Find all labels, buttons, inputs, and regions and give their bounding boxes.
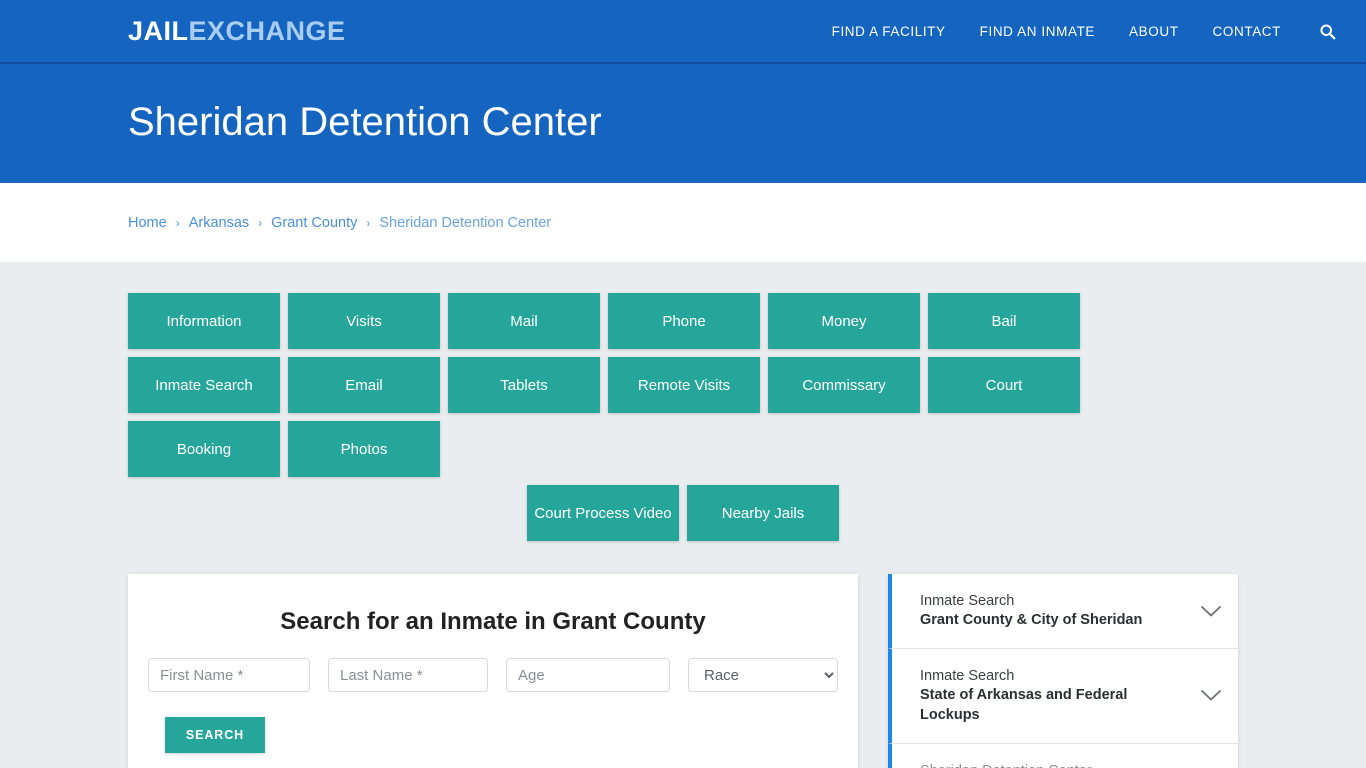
quick-link-remote-visits[interactable]: Remote Visits [608,357,760,413]
quick-link-tablets[interactable]: Tablets [448,357,600,413]
main-navigation: FIND A FACILITY FIND AN INMATE ABOUT CON… [832,23,1336,40]
nav-item-find-a-facility[interactable]: FIND A FACILITY [832,24,946,39]
page-body: Information Visits Mail Phone Money Bail… [0,262,1366,768]
quick-link-court[interactable]: Court [928,357,1080,413]
quick-link-visits[interactable]: Visits [288,293,440,349]
race-select[interactable]: Race [688,658,838,692]
accordion-item-line2: Grant County & City of Sheridan [920,612,1143,629]
chevron-down-icon [1200,605,1222,618]
accordion-item-line2: State of Arkansas and Federal Lockups [920,687,1128,723]
chevron-right-icon: › [366,215,371,230]
breadcrumb-item-current[interactable]: Sheridan Detention Center [379,215,551,231]
breadcrumb-item-grant-county[interactable]: Grant County [271,215,357,231]
accordion-item-inmate-search-county[interactable]: Inmate Search Grant County & City of She… [888,574,1238,650]
quick-link-mail[interactable]: Mail [448,293,600,349]
last-name-input[interactable] [328,658,488,692]
left-column: Search for an Inmate in Grant County Rac… [128,574,858,768]
age-input[interactable] [506,658,670,692]
quick-link-commissary[interactable]: Commissary [768,357,920,413]
quick-link-inmate-search[interactable]: Inmate Search [128,357,280,413]
logo-text-exchange: EXCHANGE [188,15,346,46]
page-title: Sheridan Detention Center [128,100,602,144]
accordion-item-contact-information[interactable]: Sheridan Detention Center Contact Inform… [888,743,1238,768]
quick-link-court-process-video[interactable]: Court Process Video [527,485,679,541]
breadcrumb-bar: Home › Arkansas › Grant County › Sherida… [0,183,1366,262]
site-logo[interactable]: JAILEXCHANGE [128,15,346,46]
chevron-down-icon-glyph [1201,605,1221,617]
accordion-item-text: Inmate Search State of Arkansas and Fede… [920,667,1190,724]
search-button[interactable]: SEARCH [165,717,265,753]
search-icon[interactable] [1319,23,1336,40]
inmate-search-heading: Search for an Inmate in Grant County [280,608,706,635]
accordion-item-inmate-search-state[interactable]: Inmate Search State of Arkansas and Fede… [888,649,1238,744]
breadcrumb-item-arkansas[interactable]: Arkansas [189,215,249,231]
accordion-item-line1: Sheridan Detention Center [920,762,1190,768]
accordion-item-line1: Inmate Search [920,593,1015,609]
search-icon-glyph [1320,23,1336,39]
nav-item-find-an-inmate[interactable]: FIND AN INMATE [980,24,1095,39]
quick-links-grid: Information Visits Mail Phone Money Bail… [128,293,1238,477]
logo-text-jail: JAIL [128,15,189,46]
quick-link-email[interactable]: Email [288,357,440,413]
breadcrumb-item-home[interactable]: Home [128,215,167,231]
accordion-item-text: Inmate Search Grant County & City of She… [920,592,1190,630]
quick-link-information[interactable]: Information [128,293,280,349]
inmate-search-fields: Race [148,658,838,692]
accordion-item-line1: Inmate Search [920,668,1015,685]
quick-link-phone[interactable]: Phone [608,293,760,349]
first-name-input[interactable] [148,658,310,692]
hero-banner: Sheridan Detention Center [0,64,1366,183]
inmate-search-card: Search for an Inmate in Grant County Rac… [128,574,858,768]
quick-links-row-last: Court Process Video Nearby Jails [128,485,1238,541]
nav-item-contact[interactable]: CONTACT [1213,24,1281,39]
breadcrumb: Home › Arkansas › Grant County › Sherida… [128,215,551,231]
sidebar: Inmate Search Grant County & City of She… [888,574,1238,768]
quick-link-photos[interactable]: Photos [288,421,440,477]
quick-link-nearby-jails[interactable]: Nearby Jails [687,485,839,541]
site-header: JAILEXCHANGE FIND A FACILITY FIND AN INM… [0,0,1366,64]
chevron-right-icon: › [175,215,180,230]
quick-link-bail[interactable]: Bail [928,293,1080,349]
chevron-down-icon [1200,689,1222,702]
chevron-down-icon-glyph [1201,690,1221,701]
sidebar-accordion: Inmate Search Grant County & City of She… [888,574,1238,768]
accordion-item-text: Sheridan Detention Center Contact Inform… [920,762,1190,768]
main-content-area: Search for an Inmate in Grant County Rac… [128,574,1238,768]
chevron-right-icon: › [258,215,263,230]
nav-item-about[interactable]: ABOUT [1129,24,1179,39]
quick-link-booking[interactable]: Booking [128,421,280,477]
quick-link-money[interactable]: Money [768,293,920,349]
